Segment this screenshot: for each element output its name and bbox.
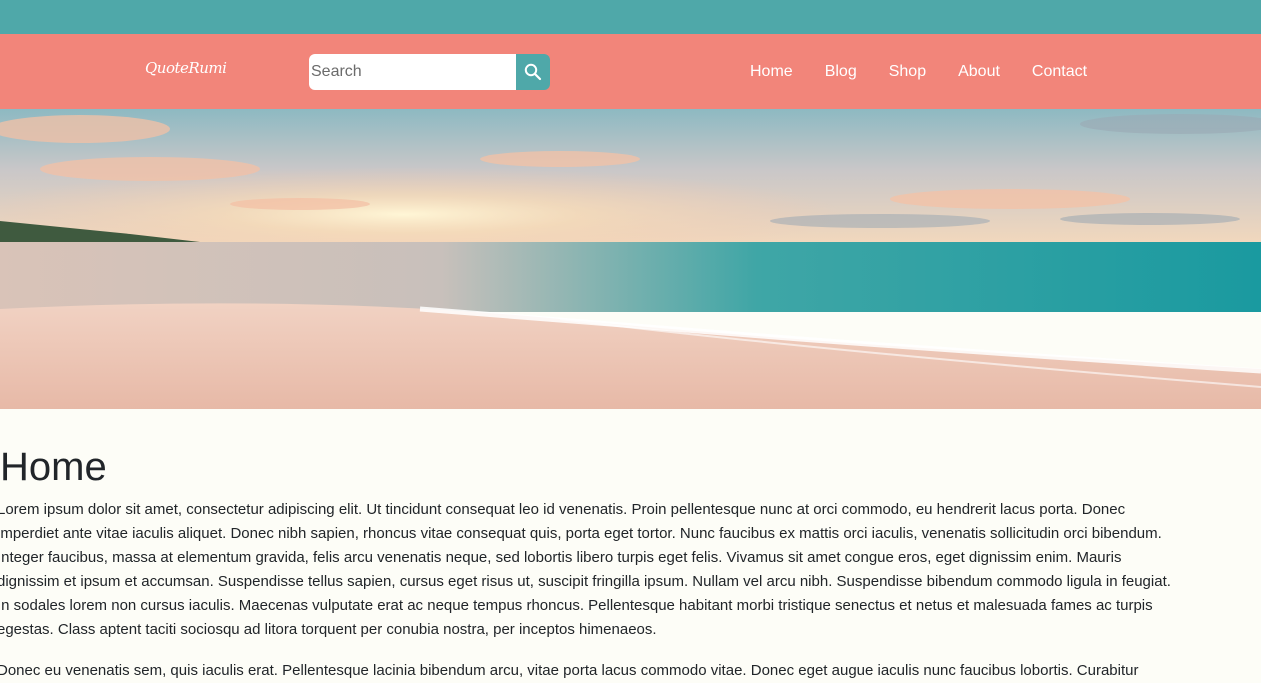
- main-nav: Home Blog Shop About Contact: [734, 34, 1103, 109]
- nav-about[interactable]: About: [958, 63, 1000, 81]
- main-content: Home Lorem ipsum dolor sit amet, consect…: [0, 409, 1261, 679]
- search-form: [309, 54, 550, 90]
- top-bar: [0, 0, 1261, 34]
- search-icon: [524, 63, 542, 81]
- paragraph: Lorem ipsum dolor sit amet, consectetur …: [0, 501, 1171, 638]
- navbar: QuoteRumi Home Blog Shop About Contact: [0, 34, 1261, 109]
- page-title: Home: [0, 445, 107, 489]
- beach-sunset-image: [0, 109, 1261, 409]
- paragraph: Donec eu venenatis sem, quis iaculis era…: [0, 662, 1139, 679]
- nav-contact[interactable]: Contact: [1032, 63, 1087, 81]
- site-logo[interactable]: QuoteRumi: [145, 59, 227, 77]
- nav-blog[interactable]: Blog: [825, 63, 857, 81]
- hero-image: [0, 109, 1261, 409]
- search-button[interactable]: [516, 54, 550, 90]
- search-input[interactable]: [309, 54, 516, 90]
- nav-shop[interactable]: Shop: [889, 63, 926, 81]
- nav-home[interactable]: Home: [750, 63, 793, 81]
